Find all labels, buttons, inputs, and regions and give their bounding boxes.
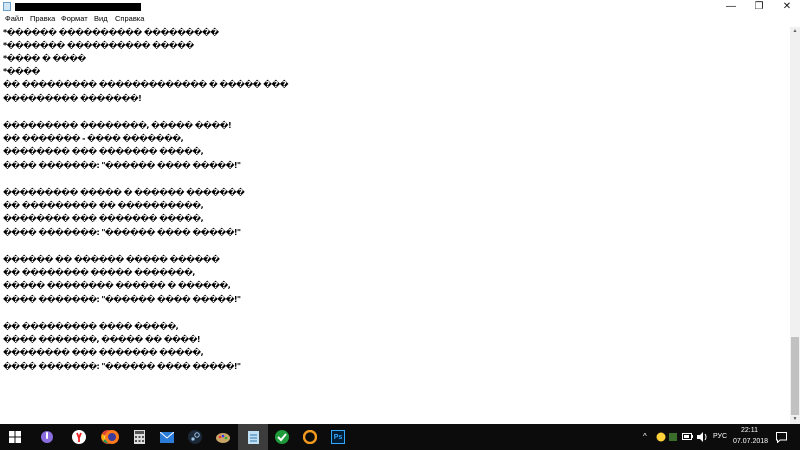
menu-edit[interactable]: Правка	[30, 14, 55, 23]
text-line: �� ��������� ���� �����,	[3, 322, 179, 331]
text-line: �� ������� - ���� �������,	[3, 134, 184, 143]
menu-format[interactable]: Формат	[61, 14, 88, 23]
window-title-redacted	[15, 3, 141, 11]
photoshop-label: Ps	[333, 433, 343, 441]
text-line: *������� ���������� �����	[3, 41, 194, 50]
calculator-button[interactable]	[124, 424, 154, 450]
menu-bar: Файл Правка Формат Вид Справка	[0, 13, 800, 26]
text-editor-area[interactable]: *������ ���������� ��������� *������� ��…	[0, 27, 790, 424]
photoshop-icon: Ps	[331, 430, 345, 444]
battery-icon[interactable]	[682, 432, 693, 441]
yandex-browser-icon	[72, 430, 86, 444]
paint-icon	[216, 433, 230, 443]
scroll-down-icon[interactable]: ▼	[790, 415, 800, 424]
menu-file[interactable]: Файл	[5, 14, 23, 23]
scrollbar-thumb[interactable]	[791, 337, 799, 415]
calculator-icon	[133, 430, 145, 444]
start-button[interactable]	[0, 424, 30, 450]
cortana-icon	[41, 431, 53, 443]
restore-icon: ❐	[754, 0, 764, 12]
notepad-icon	[247, 431, 259, 444]
scroll-up-icon[interactable]: ▲	[790, 27, 800, 36]
text-line: *������ ���������� ���������	[3, 28, 219, 37]
mail-icon	[160, 431, 174, 443]
action-center-icon[interactable]	[776, 432, 787, 443]
menu-help[interactable]: Справка	[115, 14, 144, 23]
steam-icon	[188, 430, 202, 444]
text-line: �� ��������� �� ����������,	[3, 201, 204, 210]
text-line: ��������� �������!	[3, 94, 142, 103]
yandex-browser-button[interactable]	[64, 424, 94, 450]
tray-app-icon[interactable]	[656, 432, 666, 442]
clock-time[interactable]: 22:11	[741, 427, 758, 434]
text-line: �������� ��� ������� �����,	[3, 147, 204, 156]
text-line: *���� � ����	[3, 54, 86, 63]
green-app-icon	[275, 430, 289, 444]
text-line: �� ��������� ������������� � ����� ���	[3, 80, 289, 89]
mail-button[interactable]	[152, 424, 182, 450]
windows-start-icon	[9, 431, 21, 443]
text-line: *����	[3, 67, 40, 76]
tray-chevron-icon[interactable]: ^	[643, 432, 647, 441]
clock-date[interactable]: 07.07.2018	[733, 438, 768, 445]
notepad-taskbar-button[interactable]	[238, 424, 268, 450]
text-line: ���� �������, ����� �� ����!	[3, 335, 201, 344]
close-button[interactable]: ✕	[772, 0, 800, 13]
steam-button[interactable]	[180, 424, 210, 450]
minimize-button[interactable]: —	[716, 0, 746, 13]
text-line: ����� �������� ������ � ������,	[3, 281, 231, 290]
firefox-button[interactable]	[97, 424, 127, 450]
green-app-button[interactable]	[267, 424, 297, 450]
text-line: ���� �������: "������ ���� �����!"	[3, 161, 241, 170]
text-line: ���� �������: "������ ���� �����!"	[3, 362, 241, 371]
orange-app-icon	[303, 430, 317, 444]
minimize-icon: —	[726, 0, 736, 12]
firefox-icon	[105, 430, 119, 444]
tray-app-2-icon[interactable]	[668, 432, 678, 442]
paint-button[interactable]	[208, 424, 238, 450]
notepad-icon	[3, 2, 11, 11]
text-line: �� �������� ����� �������,	[3, 268, 195, 277]
text-line: ���� �������: "������ ���� �����!"	[3, 228, 241, 237]
title-bar: — ❐ ✕	[0, 0, 800, 13]
language-indicator[interactable]: РУС	[713, 433, 727, 440]
maximize-button[interactable]: ❐	[744, 0, 774, 13]
cortana-button[interactable]	[32, 424, 62, 450]
text-line: ��������� ��������, ����� ����!	[3, 121, 232, 130]
text-line: ��������� ����� � ������ �������	[3, 188, 245, 197]
taskbar: Ps ^ РУС 22:11 07.07.2018	[0, 424, 800, 450]
text-line: ������ �� ������ ����� ������	[3, 255, 220, 264]
orange-app-button[interactable]	[295, 424, 325, 450]
menu-view[interactable]: Вид	[94, 14, 108, 23]
text-line: ���� �������: "������ ���� �����!"	[3, 295, 241, 304]
text-line: �������� ��� ������� �����,	[3, 348, 204, 357]
close-icon: ✕	[782, 0, 792, 12]
volume-icon[interactable]	[697, 432, 708, 442]
vertical-scrollbar[interactable]: ▲ ▼	[790, 27, 800, 424]
photoshop-button[interactable]: Ps	[323, 424, 353, 450]
text-line: �������� ��� ������� �����,	[3, 214, 204, 223]
